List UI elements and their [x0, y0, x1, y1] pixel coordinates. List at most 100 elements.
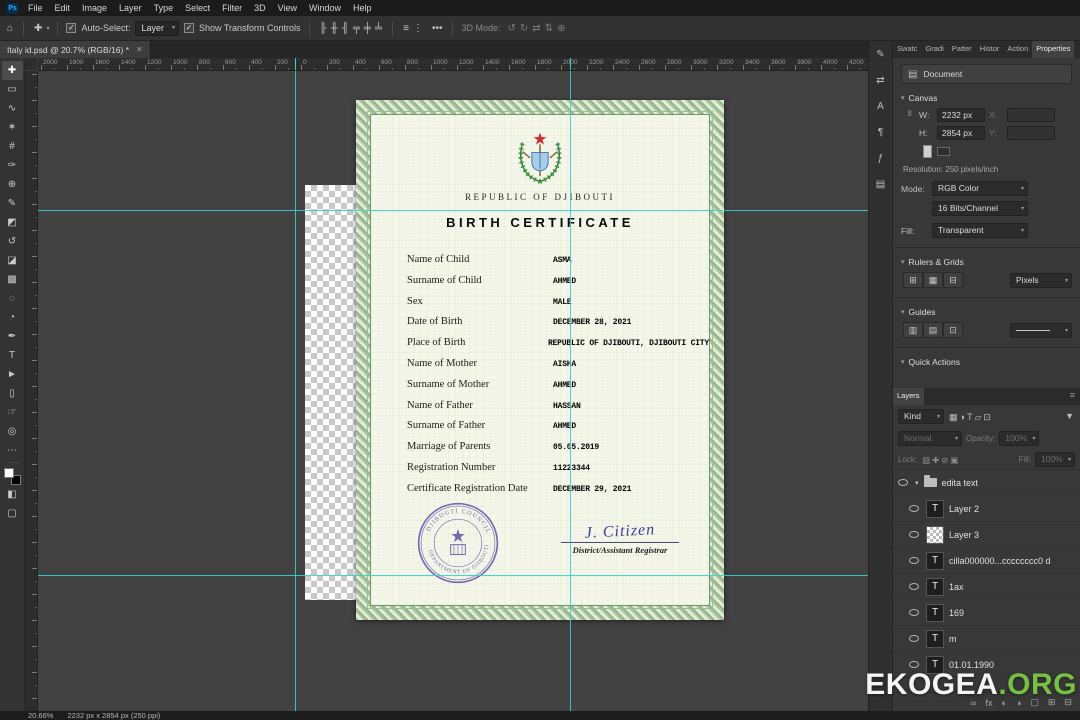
landscape-orientation-button[interactable]: [937, 147, 950, 156]
menu-view[interactable]: View: [272, 3, 303, 13]
menu-window[interactable]: Window: [303, 3, 347, 13]
align-v-center-icon[interactable]: ╪: [362, 23, 373, 34]
slide-3d-icon[interactable]: ⇅: [543, 23, 555, 34]
libraries-panel-icon[interactable]: ▤: [876, 179, 885, 190]
visibility-eye-icon[interactable]: [906, 527, 921, 542]
history-brush-tool[interactable]: ↺: [2, 232, 23, 251]
panel-menu-icon[interactable]: ≡: [1065, 388, 1080, 405]
align-top-icon[interactable]: ╤: [351, 23, 362, 34]
y-field[interactable]: [1007, 126, 1055, 140]
eraser-tool[interactable]: ◪: [2, 251, 23, 270]
filter-adjustment-layers-icon[interactable]: ◑: [959, 412, 966, 422]
canvas-area[interactable]: REPUBLIC OF DJIBOUTI BIRTH CERTIFICATE N…: [38, 71, 868, 712]
menu-edit[interactable]: Edit: [49, 3, 77, 13]
tab-patter[interactable]: Patter: [948, 41, 976, 58]
visibility-eye-icon[interactable]: [906, 553, 921, 568]
blur-tool[interactable]: ◌: [2, 289, 23, 308]
opacity-dropdown[interactable]: 100%: [999, 431, 1039, 446]
tab-swatc[interactable]: Swatc: [893, 41, 921, 58]
guides-section-header[interactable]: ▾ Guides: [901, 307, 1072, 317]
symmetry-panel-icon[interactable]: ⇄: [876, 75, 884, 86]
tab-layers[interactable]: Layers: [893, 388, 924, 405]
menu-file[interactable]: File: [22, 3, 49, 13]
horizontal-ruler[interactable]: 2000180016001400120010008006004002000200…: [38, 58, 868, 71]
home-icon[interactable]: ⌂: [5, 23, 15, 34]
filter-funnel-icon[interactable]: ▼: [1064, 411, 1075, 421]
character-panel-icon[interactable]: A: [877, 101, 884, 112]
distribute-vertical-icon[interactable]: ⋮: [411, 23, 425, 34]
width-field[interactable]: 2232 px: [937, 108, 985, 122]
move-tool[interactable]: ✚: [2, 61, 23, 80]
color-mode-dropdown[interactable]: RGB Color: [932, 181, 1028, 196]
toggle-rulers-icon[interactable]: ⊞: [903, 272, 923, 288]
menu-image[interactable]: Image: [76, 3, 113, 13]
pen-tool[interactable]: ✒: [2, 327, 23, 346]
x-field[interactable]: [1007, 108, 1055, 122]
menu-3d[interactable]: 3D: [248, 3, 272, 13]
rulers-grids-section-header[interactable]: ▾ Rulers & Grids: [901, 257, 1072, 267]
lock-all-icon[interactable]: ▣: [949, 455, 959, 465]
horizontal-guide[interactable]: [38, 210, 868, 211]
align-left-icon[interactable]: ╟: [318, 23, 329, 34]
lock-position-icon[interactable]: ✚: [931, 455, 940, 465]
shape-tool[interactable]: ▯: [2, 384, 23, 403]
visibility-eye-icon[interactable]: [906, 579, 921, 594]
distribute-horizontal-icon[interactable]: ≡: [401, 23, 411, 34]
filter-pixel-layers-icon[interactable]: ▦: [948, 412, 959, 422]
vertical-ruler[interactable]: [25, 71, 38, 712]
menu-layer[interactable]: Layer: [113, 3, 148, 13]
pan-3d-icon[interactable]: ⇄: [530, 23, 542, 34]
canvas-section-header[interactable]: ▾ Canvas: [901, 93, 1072, 103]
gradient-tool[interactable]: ▩: [2, 270, 23, 289]
bit-depth-dropdown[interactable]: 16 Bits/Channel: [932, 201, 1028, 216]
layer-filter-kind-dropdown[interactable]: Kind: [898, 409, 944, 424]
close-icon[interactable]: ✕: [136, 45, 143, 54]
vertical-guide[interactable]: [570, 71, 571, 712]
guide-style-dropdown[interactable]: [1010, 323, 1072, 338]
roll-3d-icon[interactable]: ↻: [518, 23, 530, 34]
horizontal-guide[interactable]: [38, 575, 868, 576]
clear-guides-icon[interactable]: ⊡: [943, 322, 963, 338]
tab-histor[interactable]: Histor: [976, 41, 1004, 58]
layer-row[interactable]: Tm: [893, 626, 1080, 652]
birth-certificate-document[interactable]: REPUBLIC OF DJIBOUTI BIRTH CERTIFICATE N…: [356, 100, 724, 620]
link-dimensions-icon[interactable]: ∞: [905, 110, 915, 120]
screen-mode-icon[interactable]: ▢: [2, 504, 23, 523]
brush-settings-panel-icon[interactable]: ✎: [876, 49, 884, 60]
visibility-eye-icon[interactable]: [906, 631, 921, 646]
snap-icon[interactable]: ⊟: [943, 272, 963, 288]
tab-action[interactable]: Action: [1003, 41, 1032, 58]
layer-fill-dropdown[interactable]: 100%: [1035, 452, 1075, 467]
visibility-eye-icon[interactable]: [906, 501, 921, 516]
dodge-tool[interactable]: ◔: [2, 308, 23, 327]
glyphs-panel-icon[interactable]: ƒ: [878, 153, 884, 164]
units-dropdown[interactable]: Pixels: [1010, 273, 1072, 288]
chevron-down-icon[interactable]: ▾: [915, 479, 919, 487]
toggle-guides-icon[interactable]: ▥: [903, 322, 923, 338]
auto-select-target-dropdown[interactable]: Layer: [135, 21, 179, 36]
quick-mask-icon[interactable]: ◧: [2, 485, 23, 504]
tab-gradi[interactable]: Gradi: [921, 41, 947, 58]
lock-transparency-icon[interactable]: ▨: [921, 455, 931, 465]
canvas-fill-dropdown[interactable]: Transparent: [932, 223, 1028, 238]
paragraph-panel-icon[interactable]: ¶: [878, 127, 883, 138]
layer-row[interactable]: TLayer 2: [893, 496, 1080, 522]
menu-type[interactable]: Type: [148, 3, 180, 13]
vertical-guide[interactable]: [295, 71, 296, 712]
orbit-3d-icon[interactable]: ↺: [506, 23, 518, 34]
brush-tool[interactable]: ✎: [2, 194, 23, 213]
document-properties-row[interactable]: ▤ Document: [901, 64, 1072, 84]
clone-stamp-tool[interactable]: ◩: [2, 213, 23, 232]
visibility-eye-icon[interactable]: [895, 475, 910, 490]
show-transform-checkbox[interactable]: ✓: [184, 23, 194, 33]
zoom-3d-icon[interactable]: ⊕: [555, 23, 567, 34]
align-right-icon[interactable]: ╢: [340, 23, 351, 34]
height-field[interactable]: 2854 px: [937, 126, 985, 140]
portrait-orientation-button[interactable]: [923, 145, 932, 158]
align-h-center-icon[interactable]: ╫: [329, 23, 340, 34]
lasso-tool[interactable]: ∿: [2, 99, 23, 118]
lock-guides-icon[interactable]: ▤: [923, 322, 943, 338]
crop-tool[interactable]: #: [2, 137, 23, 156]
visibility-eye-icon[interactable]: [906, 605, 921, 620]
move-tool-preset-icon[interactable]: ✚: [32, 23, 44, 34]
